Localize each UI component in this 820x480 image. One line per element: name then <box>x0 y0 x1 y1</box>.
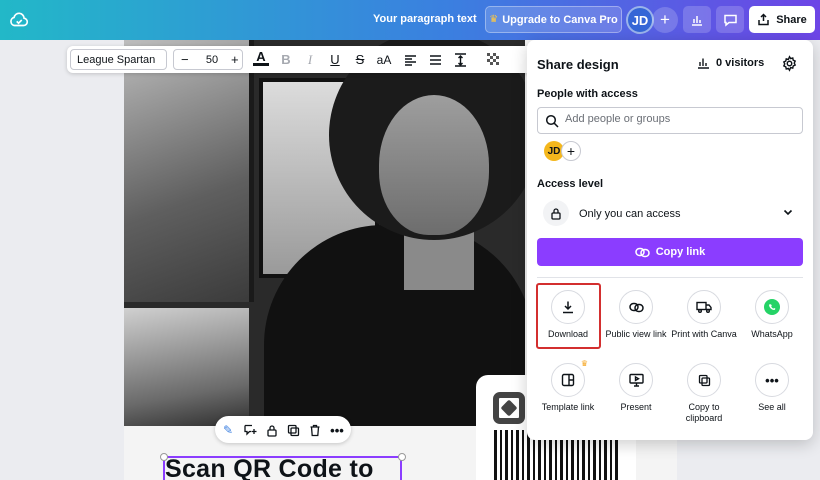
copy-to-clipboard-label: Copy to clipboard <box>685 402 723 423</box>
transparency-icon[interactable] <box>485 51 501 68</box>
download-icon <box>551 290 585 324</box>
letter-case-icon[interactable]: aA <box>376 51 392 68</box>
selection-handle[interactable] <box>398 453 406 461</box>
print-with-canva-label: Print with Canva <box>671 329 737 339</box>
bold-icon[interactable]: B <box>278 51 294 68</box>
access-level-dropdown[interactable]: Only you can access <box>537 197 803 229</box>
underline-icon[interactable]: U <box>327 51 343 68</box>
people-with-access-label: People with access <box>537 88 638 100</box>
download-label: Download <box>547 329 589 339</box>
truck-icon <box>687 290 721 324</box>
copy-to-clipboard-option[interactable]: Copy to clipboard <box>671 363 737 424</box>
whatsapp-label: WhatsApp <box>751 329 793 339</box>
template-link-option[interactable]: ♛ Template link <box>535 359 601 413</box>
element-toolbar: ✎ ••• <box>215 416 351 443</box>
text-selection-box <box>163 456 402 480</box>
share-label: Share <box>776 13 807 26</box>
comments-button[interactable] <box>716 6 744 33</box>
add-people-input[interactable] <box>565 113 795 125</box>
bar-chart-icon <box>692 15 702 26</box>
copy-link-label: Copy link <box>655 246 706 258</box>
search-icon <box>545 114 559 128</box>
present-icon <box>619 363 653 397</box>
italic-icon[interactable]: I <box>302 51 318 68</box>
bar-chart-icon <box>698 58 709 69</box>
template-icon: ♛ <box>551 359 588 397</box>
photo-frame-left <box>124 40 254 302</box>
duplicate-icon[interactable] <box>285 422 301 438</box>
copy-link-button[interactable]: Copy link <box>537 238 803 266</box>
whatsapp-option[interactable]: WhatsApp <box>739 290 805 340</box>
share-upload-icon <box>758 13 769 26</box>
font-size-value[interactable]: 50 <box>201 54 223 66</box>
magic-edit-icon[interactable]: ✎ <box>220 422 236 438</box>
add-member-button[interactable]: + <box>561 141 581 161</box>
insights-button[interactable] <box>683 6 711 33</box>
access-level-value: Only you can access <box>579 208 681 220</box>
public-view-link-label: Public view link <box>605 329 667 339</box>
cloud-sync-icon[interactable] <box>8 9 30 31</box>
share-button[interactable]: Share <box>749 6 815 33</box>
present-label: Present <box>620 402 652 412</box>
link-icon <box>619 290 653 324</box>
crown-icon: ♛ <box>489 14 499 25</box>
download-option[interactable]: Download <box>535 290 601 340</box>
lock-icon[interactable] <box>264 422 280 438</box>
divider <box>537 277 803 278</box>
see-all-option[interactable]: ••• See all <box>739 363 805 413</box>
present-option[interactable]: Present <box>603 363 669 413</box>
text-toolbar: League Spartan − 50 + A B I U S aA <box>67 46 537 73</box>
add-collaborator-button[interactable]: + <box>652 7 678 33</box>
design-photo[interactable] <box>124 40 525 426</box>
visitors-button[interactable]: 0 visitors <box>697 57 764 69</box>
align-left-icon[interactable] <box>402 51 418 68</box>
more-options-icon[interactable]: ••• <box>329 422 345 438</box>
template-link-label: Template link <box>541 402 595 412</box>
font-family-select[interactable]: League Spartan <box>70 49 167 70</box>
add-people-search[interactable] <box>537 107 803 134</box>
access-level-label: Access level <box>537 178 604 190</box>
link-icon <box>634 247 650 257</box>
photo-frame-bottom <box>124 308 249 426</box>
share-design-panel: Share design 0 visitors People with acce… <box>527 40 813 440</box>
increase-size-button[interactable]: + <box>231 52 239 67</box>
gear-icon[interactable] <box>781 55 798 72</box>
document-title[interactable]: Your paragraph text <box>373 13 477 25</box>
trash-icon[interactable] <box>307 422 323 438</box>
print-with-canva-option[interactable]: Print with Canva <box>671 290 737 340</box>
upgrade-button[interactable]: ♛ Upgrade to Canva Pro <box>485 6 622 33</box>
user-avatar[interactable]: JD <box>626 6 654 34</box>
spacing-icon[interactable] <box>452 51 468 68</box>
strikethrough-icon[interactable]: S <box>352 51 368 68</box>
public-view-link-option[interactable]: Public view link <box>603 290 669 340</box>
top-bar: Your paragraph text ♛ Upgrade to Canva P… <box>0 0 820 40</box>
qr-finder-pattern <box>493 392 525 424</box>
whatsapp-icon <box>755 290 789 324</box>
selection-handle[interactable] <box>160 453 168 461</box>
crown-icon: ♛ <box>580 359 588 368</box>
add-comment-icon[interactable] <box>242 422 258 438</box>
list-icon[interactable] <box>427 51 443 68</box>
more-options-icon: ••• <box>755 363 789 397</box>
decrease-size-button[interactable]: − <box>181 52 189 67</box>
share-panel-title: Share design <box>537 57 619 72</box>
see-all-label: See all <box>758 402 786 412</box>
chevron-down-icon <box>783 209 793 216</box>
upgrade-label: Upgrade to Canva Pro <box>502 13 618 26</box>
clipboard-icon <box>687 363 721 397</box>
comment-icon <box>723 14 737 27</box>
visitors-count: 0 visitors <box>716 57 765 69</box>
photo-figure-face <box>379 95 489 235</box>
lock-icon <box>543 200 569 226</box>
text-color-icon[interactable]: A <box>253 50 269 66</box>
font-size-stepper: − 50 + <box>173 49 243 70</box>
